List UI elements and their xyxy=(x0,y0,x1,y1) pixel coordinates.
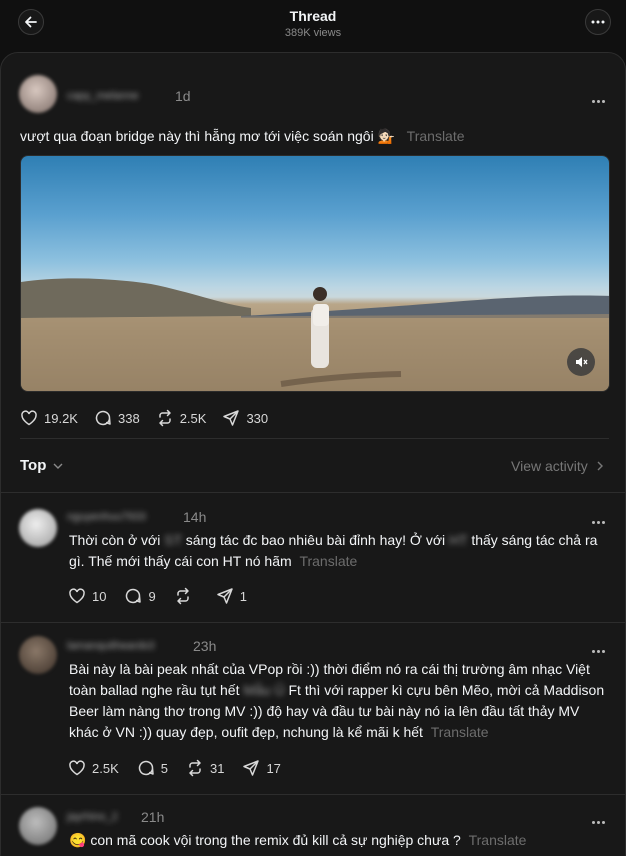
translate-link[interactable]: Translate xyxy=(299,553,357,569)
post-text: vượt qua đoạn bridge này thì hẵng mơ tới… xyxy=(20,128,465,144)
translate-link[interactable]: Translate xyxy=(407,128,465,144)
share-count: 1 xyxy=(239,588,247,604)
repost-button[interactable]: 2.5K xyxy=(156,409,207,427)
post-video[interactable] xyxy=(20,155,610,392)
chevron-right-icon xyxy=(597,461,603,471)
reply-time: 21h xyxy=(141,809,165,825)
share-button[interactable]: 330 xyxy=(222,409,268,427)
comment-icon xyxy=(138,760,154,776)
translate-link[interactable]: Translate xyxy=(469,832,527,848)
comment-count: 5 xyxy=(160,760,168,776)
page-title: Thread xyxy=(289,8,337,24)
share-count: 330 xyxy=(246,410,269,426)
reply-more-button[interactable] xyxy=(592,511,612,524)
reply-text: 😋 con mã cook vội trong the remix đủ kil… xyxy=(69,832,527,848)
reply-username[interactable]: lamanquitheards3 xyxy=(67,640,154,652)
reply-more-button[interactable] xyxy=(592,640,612,653)
like-button[interactable]: 10 xyxy=(68,587,106,605)
reply-actions: 2.5K 5 31 17 xyxy=(68,759,297,777)
comment-count: 338 xyxy=(117,410,140,426)
comment-button[interactable]: 338 xyxy=(94,409,140,427)
like-count: 19.2K xyxy=(44,410,78,426)
heart-icon xyxy=(69,588,85,604)
share-button[interactable]: 17 xyxy=(242,759,281,777)
reply-time: 23h xyxy=(193,638,217,654)
heart-icon xyxy=(69,760,85,776)
reply-username[interactable]: jayrhino_2 xyxy=(67,811,118,823)
avatar[interactable] xyxy=(19,509,57,547)
view-activity-label: View activity xyxy=(511,458,588,474)
divider xyxy=(1,794,625,795)
comment-button[interactable]: 9 xyxy=(124,587,156,605)
divider xyxy=(1,622,625,623)
repost-count: 2.5K xyxy=(179,410,207,426)
mute-button[interactable] xyxy=(567,348,595,376)
reply-text: Bài này là bài peak nhất của VPop rồi :)… xyxy=(69,661,605,740)
reply-actions: 10 9 1 xyxy=(68,587,263,605)
more-options-button[interactable] xyxy=(585,9,611,35)
divider xyxy=(20,438,609,439)
avatar[interactable] xyxy=(19,75,57,113)
divider xyxy=(1,492,625,493)
reply-more-button[interactable] xyxy=(592,811,612,824)
repost-icon xyxy=(176,587,189,605)
repost-count: 31 xyxy=(209,760,225,776)
send-icon xyxy=(243,760,260,776)
post-time: 1d xyxy=(175,88,191,104)
post-more-button[interactable] xyxy=(592,90,612,103)
sort-label: Top xyxy=(20,457,47,474)
reply-text: Thời còn ở với ST sáng tác đc bao nhiêu … xyxy=(69,532,598,569)
send-icon xyxy=(223,410,240,426)
repost-button[interactable] xyxy=(174,587,198,605)
send-icon xyxy=(216,588,233,604)
share-button[interactable]: 1 xyxy=(216,587,247,605)
comment-count: 9 xyxy=(148,588,156,604)
comment-button[interactable]: 5 xyxy=(137,759,168,777)
heart-icon xyxy=(21,410,37,426)
speaker-muted-icon xyxy=(576,357,588,367)
repost-icon xyxy=(189,759,201,777)
translate-link[interactable]: Translate xyxy=(431,724,489,740)
top-bar: Thread 389K views xyxy=(0,0,626,52)
repost-icon xyxy=(158,409,171,427)
more-icon xyxy=(591,20,605,24)
thread-card: capy_melanne 1d vượt qua đoạn bridge này… xyxy=(0,52,626,856)
like-button[interactable]: 19.2K xyxy=(20,409,78,427)
like-count: 2.5K xyxy=(92,760,119,776)
share-count: 17 xyxy=(266,760,281,776)
like-count: 10 xyxy=(92,588,107,604)
view-activity-link[interactable]: View activity xyxy=(511,458,606,474)
repost-button[interactable]: 31 xyxy=(186,759,224,777)
sort-dropdown[interactable]: Top xyxy=(20,457,65,474)
avatar[interactable] xyxy=(19,807,57,845)
post-actions: 19.2K 338 2.5K 330 xyxy=(20,409,284,427)
like-button[interactable]: 2.5K xyxy=(68,759,119,777)
view-count: 389K views xyxy=(284,27,342,39)
post-username[interactable]: capy_melanne xyxy=(67,90,139,102)
reply-time: 14h xyxy=(183,509,207,525)
comment-icon xyxy=(95,410,111,426)
comment-icon xyxy=(126,588,142,604)
chevron-down-icon xyxy=(53,463,63,469)
avatar[interactable] xyxy=(19,636,57,674)
reply-username[interactable]: nguyenhuu7933 xyxy=(67,511,146,523)
